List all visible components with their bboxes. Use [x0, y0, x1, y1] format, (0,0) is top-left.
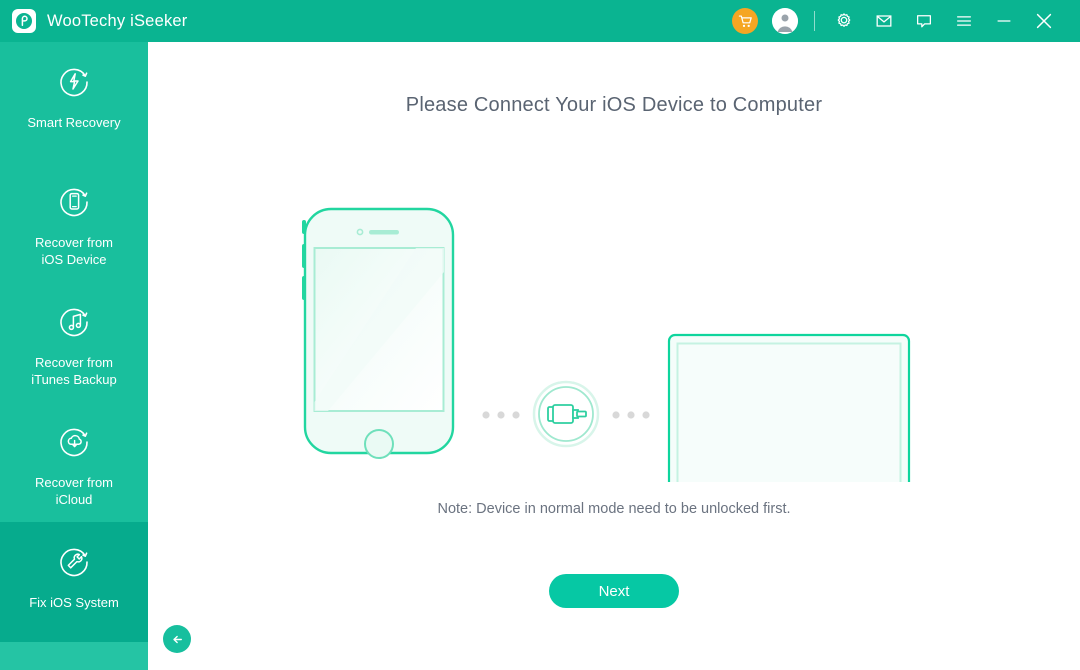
- app-title: WooTechy iSeeker: [47, 11, 188, 30]
- usb-connector-badge: [532, 380, 600, 448]
- sidebar-item-label: Recover from iCloud: [34, 475, 114, 507]
- account-icon: [772, 8, 798, 34]
- close-button[interactable]: [1024, 0, 1064, 42]
- sidebar-item-recover-icloud[interactable]: Recover from iCloud: [0, 402, 148, 522]
- mail-icon: [876, 15, 892, 27]
- connection-illustration: [148, 152, 1080, 517]
- close-icon: [1036, 13, 1052, 29]
- recover-icloud-icon: [52, 418, 96, 466]
- sidebar-item-fix-ios-system[interactable]: Fix iOS System: [0, 522, 148, 650]
- back-button[interactable]: [163, 625, 191, 653]
- main-content: Please Connect Your iOS Device to Comput…: [148, 42, 1080, 670]
- fix-ios-system-icon: [52, 538, 96, 586]
- sidebar: Smart Recovery Recover from iOS Device R…: [0, 42, 148, 670]
- cart-button[interactable]: [725, 0, 765, 42]
- settings-button[interactable]: [824, 0, 864, 42]
- sidebar-item-smart-recovery[interactable]: Smart Recovery: [0, 42, 148, 162]
- smart-recovery-icon: [52, 58, 96, 106]
- sidebar-footer-strip: [0, 642, 148, 670]
- iphone-illustration: [302, 207, 455, 459]
- feedback-chat-icon: [917, 15, 931, 28]
- feedback-button[interactable]: [904, 0, 944, 42]
- note-text: Note: Device in normal mode need to be u…: [437, 501, 791, 517]
- sidebar-item-label: Recover from iOS Device: [34, 235, 114, 267]
- laptop-illustration: [631, 333, 947, 517]
- toolbar-divider: [814, 11, 815, 31]
- settings-gear-icon: [837, 13, 851, 27]
- sidebar-item-recover-itunes-backup[interactable]: Recover from iTunes Backup: [0, 282, 148, 402]
- mail-button[interactable]: [864, 0, 904, 42]
- connection-dots-left: [482, 411, 520, 419]
- menu-hamburger-icon: [957, 16, 971, 26]
- sidebar-item-label: Fix iOS System: [29, 595, 119, 610]
- window-controls: [725, 0, 1080, 42]
- sidebar-item-recover-ios-device[interactable]: Recover from iOS Device: [0, 162, 148, 282]
- minimize-icon: [997, 20, 1011, 22]
- sidebar-item-label: Smart Recovery: [27, 115, 121, 130]
- recover-ios-device-icon: [52, 178, 96, 226]
- cart-icon: [732, 8, 758, 34]
- next-button[interactable]: Next: [549, 574, 679, 608]
- app-logo-icon: [12, 9, 36, 33]
- account-button[interactable]: [765, 0, 805, 42]
- arrow-left-icon: [172, 635, 182, 643]
- connection-dots-right: [612, 411, 650, 419]
- minimize-button[interactable]: [984, 0, 1024, 42]
- menu-button[interactable]: [944, 0, 984, 42]
- title-bar: WooTechy iSeeker: [0, 0, 1080, 42]
- sidebar-item-label: Recover from iTunes Backup: [31, 355, 117, 387]
- page-title: Please Connect Your iOS Device to Comput…: [405, 94, 823, 116]
- recover-itunes-backup-icon: [52, 298, 96, 346]
- app-window: WooTechy iSeeker Smart Recovery Recover …: [0, 0, 1080, 670]
